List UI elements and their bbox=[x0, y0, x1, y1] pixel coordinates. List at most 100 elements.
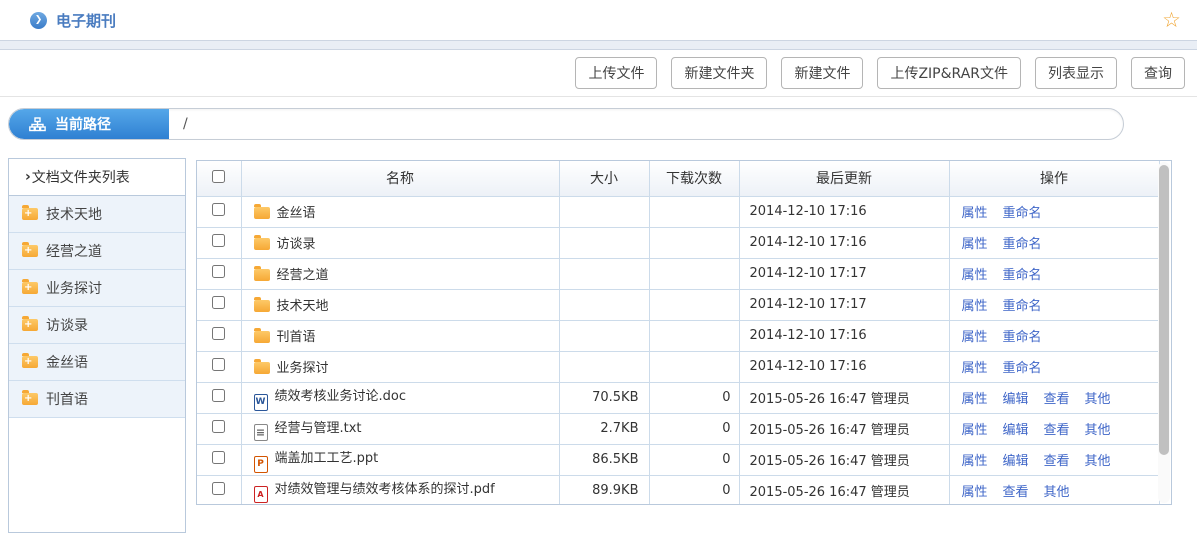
action-link[interactable]: 属性 bbox=[962, 423, 988, 438]
row-checkbox[interactable] bbox=[212, 265, 225, 278]
file-name[interactable]: 绩效考核业务讨论.doc bbox=[275, 389, 407, 404]
action-link[interactable]: 属性 bbox=[962, 485, 988, 500]
file-name[interactable]: 金丝语 bbox=[277, 206, 316, 221]
file-name[interactable]: 对绩效管理与绩效考核体系的探讨.pdf bbox=[275, 482, 495, 497]
action-link[interactable]: 属性 bbox=[962, 268, 988, 283]
sidebar-folder-item[interactable]: 访谈录 bbox=[9, 307, 185, 344]
actions-cell: 属性重命名 bbox=[949, 258, 1159, 289]
action-link[interactable]: 重命名 bbox=[1003, 361, 1042, 376]
scrollbar[interactable] bbox=[1158, 162, 1170, 503]
row-checkbox[interactable] bbox=[212, 420, 225, 433]
toolbar-button[interactable]: 新建文件夹 bbox=[671, 57, 767, 89]
action-link[interactable]: 重命名 bbox=[1003, 237, 1042, 252]
action-link[interactable]: 属性 bbox=[962, 206, 988, 221]
action-link[interactable]: 重命名 bbox=[1003, 330, 1042, 345]
toolbar-button[interactable]: 上传文件 bbox=[575, 57, 657, 89]
row-checkbox[interactable] bbox=[212, 327, 225, 340]
file-size bbox=[559, 320, 649, 351]
download-count: 0 bbox=[649, 382, 739, 413]
path-input[interactable]: / bbox=[169, 109, 1123, 139]
action-link[interactable]: 属性 bbox=[962, 237, 988, 252]
column-header[interactable]: 大小 bbox=[559, 161, 649, 196]
row-checkbox[interactable] bbox=[212, 482, 225, 495]
action-link[interactable]: 编辑 bbox=[1003, 392, 1029, 407]
row-checkbox[interactable] bbox=[212, 296, 225, 309]
row-checkbox[interactable] bbox=[212, 234, 225, 247]
action-link[interactable]: 其他 bbox=[1085, 392, 1111, 407]
sidebar-folder-item[interactable]: 经营之道 bbox=[9, 233, 185, 270]
file-size bbox=[559, 351, 649, 382]
action-link[interactable]: 查看 bbox=[1044, 392, 1070, 407]
action-link[interactable]: 重命名 bbox=[1003, 268, 1042, 283]
sidebar-folder-item[interactable]: 技术天地 bbox=[9, 196, 185, 233]
pdf-file-icon: A bbox=[254, 486, 268, 503]
file-name[interactable]: 技术天地 bbox=[277, 299, 329, 314]
folder-icon bbox=[254, 238, 270, 250]
file-name[interactable]: 经营与管理.txt bbox=[275, 421, 362, 436]
file-name[interactable]: 访谈录 bbox=[277, 237, 316, 252]
select-all-checkbox[interactable] bbox=[212, 170, 225, 183]
file-name[interactable]: 业务探讨 bbox=[277, 361, 329, 376]
table-row: 刊首语 2014-12-10 17:16 属性重命名 bbox=[197, 320, 1159, 351]
download-count bbox=[649, 351, 739, 382]
actions-cell: 属性重命名 bbox=[949, 196, 1159, 227]
actions-cell: 属性编辑查看其他 bbox=[949, 413, 1159, 444]
toolbar-button[interactable]: 列表显示 bbox=[1035, 57, 1117, 89]
action-link[interactable]: 查看 bbox=[1044, 423, 1070, 438]
action-link[interactable]: 编辑 bbox=[1003, 454, 1029, 469]
sidebar-item-label: 访谈录 bbox=[46, 315, 88, 335]
folder-icon bbox=[254, 269, 270, 281]
titlebar: ❯ 电子期刊 ☆ bbox=[0, 0, 1197, 40]
current-path-badge: 当前路径 bbox=[9, 109, 169, 139]
file-name[interactable]: 经营之道 bbox=[277, 268, 329, 283]
file-size bbox=[559, 258, 649, 289]
action-link[interactable]: 属性 bbox=[962, 361, 988, 376]
sidebar-folder-item[interactable]: 金丝语 bbox=[9, 344, 185, 381]
file-name[interactable]: 端盖加工工艺.ppt bbox=[275, 451, 379, 466]
row-checkbox[interactable] bbox=[212, 451, 225, 464]
table-header-row: 名称大小下载次数最后更新操作 bbox=[197, 161, 1159, 196]
page-title: 电子期刊 bbox=[56, 10, 116, 31]
action-link[interactable]: 其他 bbox=[1085, 423, 1111, 438]
column-header[interactable]: 名称 bbox=[241, 161, 559, 196]
action-link[interactable]: 属性 bbox=[962, 392, 988, 407]
folder-icon bbox=[254, 300, 270, 312]
file-name[interactable]: 刊首语 bbox=[277, 330, 316, 345]
file-size: 86.5KB bbox=[559, 444, 649, 475]
file-size bbox=[559, 196, 649, 227]
sidebar-folder-item[interactable]: 刊首语 bbox=[9, 381, 185, 418]
sidebar-item-label: 业务探讨 bbox=[46, 278, 102, 298]
column-header[interactable]: 操作 bbox=[949, 161, 1159, 196]
toolbar-button[interactable]: 查询 bbox=[1131, 57, 1185, 89]
action-link[interactable]: 其他 bbox=[1044, 485, 1070, 500]
divider-band bbox=[0, 40, 1197, 50]
favorite-star-icon[interactable]: ☆ bbox=[1162, 10, 1181, 31]
table-row: 访谈录2014-12-10 17:16属性重命名 bbox=[197, 227, 1159, 258]
row-checkbox[interactable] bbox=[212, 389, 225, 402]
action-link[interactable]: 重命名 bbox=[1003, 206, 1042, 221]
action-link[interactable]: 查看 bbox=[1044, 454, 1070, 469]
row-checkbox[interactable] bbox=[212, 358, 225, 371]
action-link[interactable]: 重命名 bbox=[1003, 299, 1042, 314]
toolbar-button[interactable]: 上传ZIP&RAR文件 bbox=[877, 57, 1021, 89]
action-link[interactable]: 属性 bbox=[962, 454, 988, 469]
column-header[interactable]: 下载次数 bbox=[649, 161, 739, 196]
action-link[interactable]: 其他 bbox=[1085, 454, 1111, 469]
file-size: 70.5KB bbox=[559, 382, 649, 413]
file-size: 89.9KB bbox=[559, 475, 649, 505]
row-checkbox[interactable] bbox=[212, 203, 225, 216]
download-count bbox=[649, 289, 739, 320]
toolbar-button[interactable]: 新建文件 bbox=[781, 57, 863, 89]
actions-cell: 属性重命名 bbox=[949, 289, 1159, 320]
action-link[interactable]: 查看 bbox=[1003, 485, 1029, 500]
last-updated: 2014-12-10 17:16 bbox=[739, 320, 949, 351]
action-link[interactable]: 编辑 bbox=[1003, 423, 1029, 438]
sidebar-folder-item[interactable]: 业务探讨 bbox=[9, 270, 185, 307]
scrollbar-thumb[interactable] bbox=[1159, 165, 1169, 455]
last-updated: 2015-05-26 16:47 管理员 bbox=[739, 382, 949, 413]
download-count bbox=[649, 196, 739, 227]
action-link[interactable]: 属性 bbox=[962, 299, 988, 314]
action-link[interactable]: 属性 bbox=[962, 330, 988, 345]
download-count: 0 bbox=[649, 444, 739, 475]
column-header[interactable]: 最后更新 bbox=[739, 161, 949, 196]
